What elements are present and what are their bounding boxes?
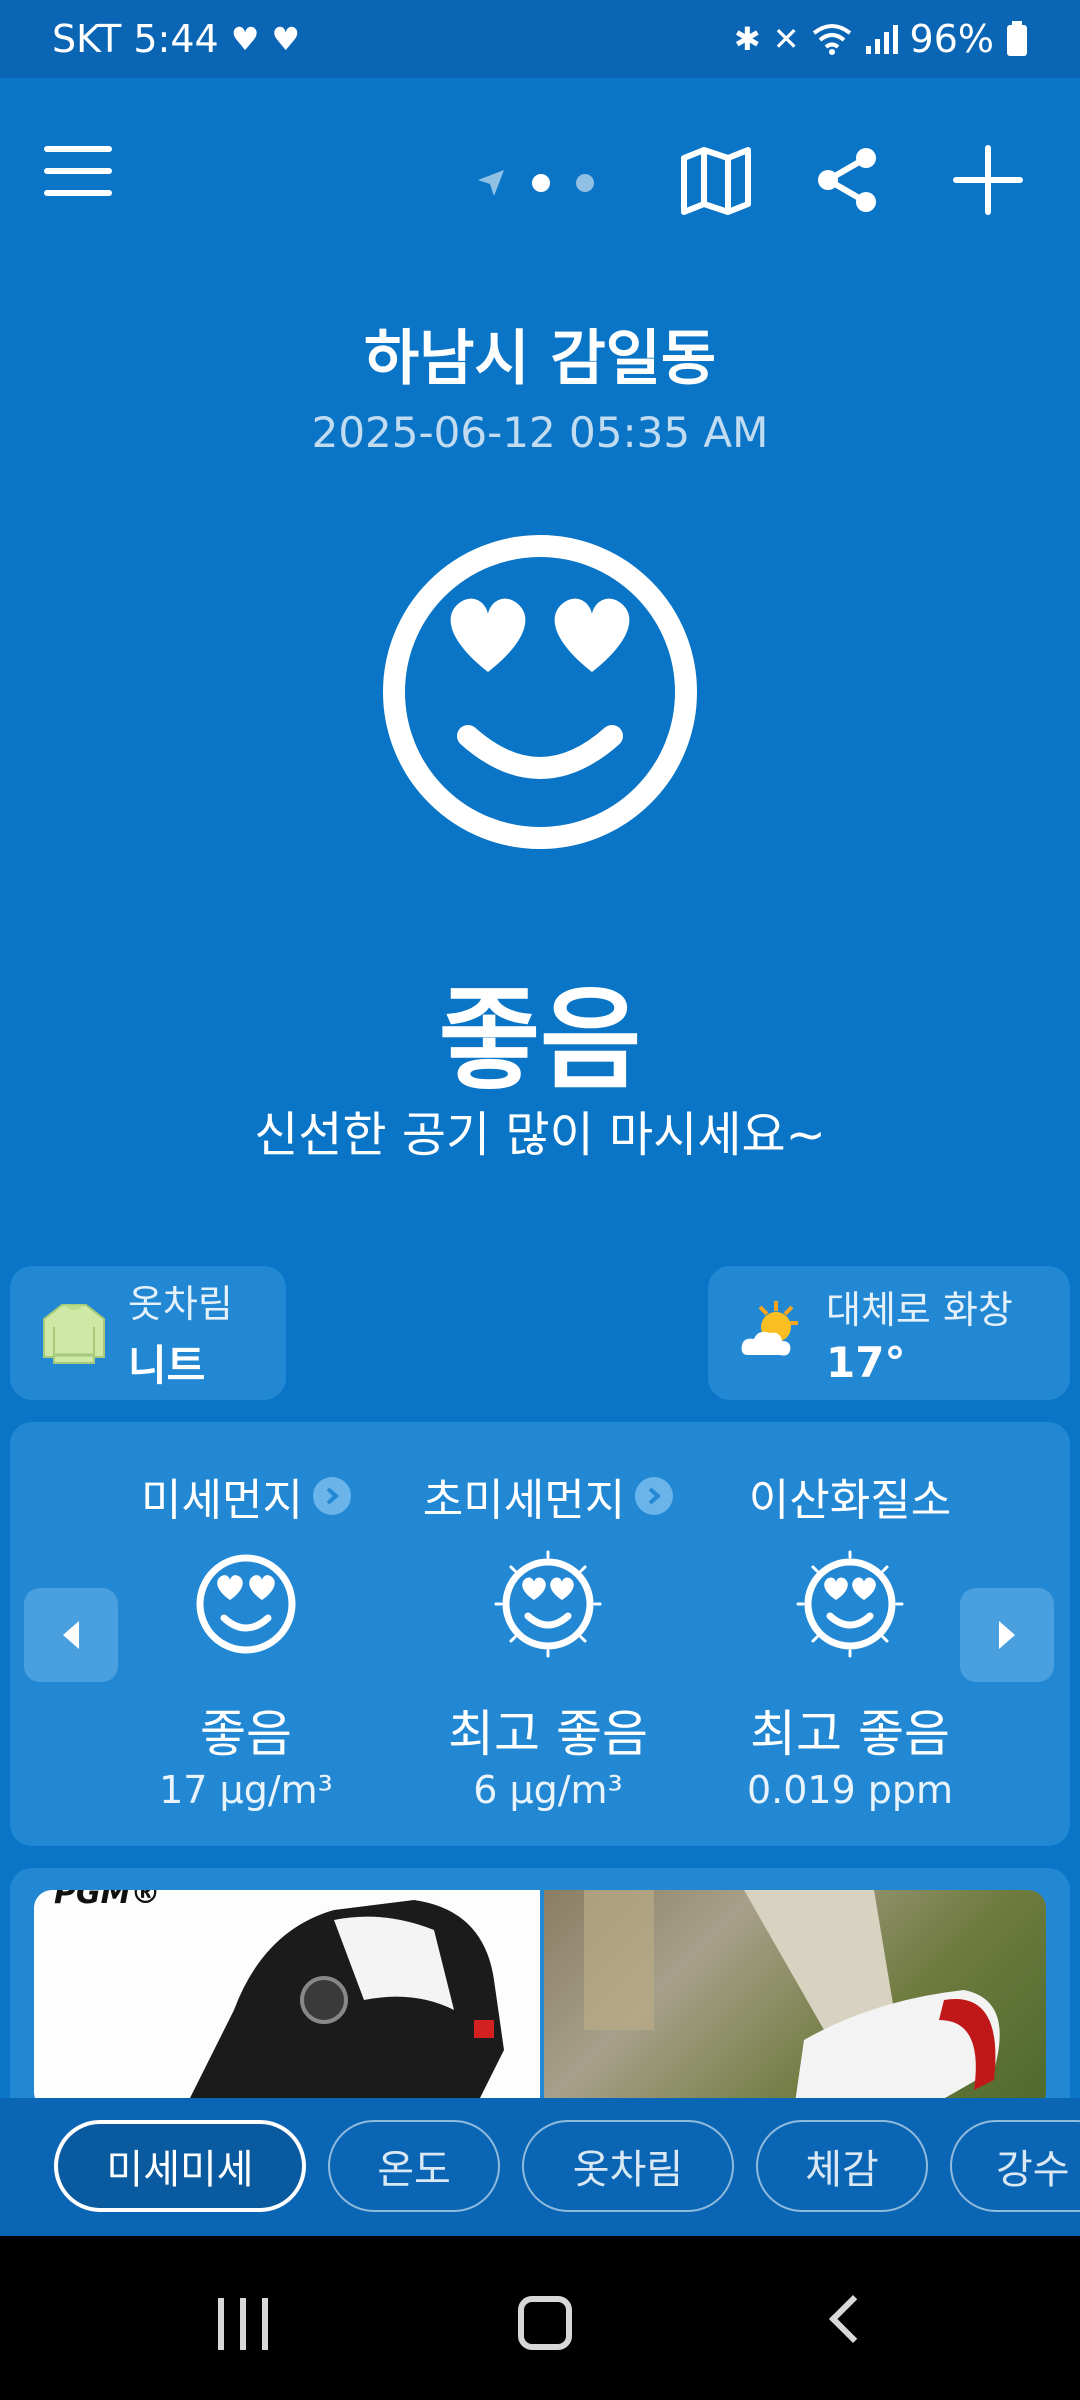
pollutant-pm10[interactable]: 미세먼지 좋음 17 μg/m³ xyxy=(96,1422,396,1846)
heart-eyes-face-icon xyxy=(383,535,697,849)
pollutant-no2[interactable]: 이산화질소 최고 좋음 0.019 ppm xyxy=(700,1422,1000,1846)
ad-image-shoe: PGM® xyxy=(34,1890,540,2098)
signal-icon xyxy=(865,25,898,54)
heart-eyes-sparkle-face-icon xyxy=(796,1550,904,1658)
pollutant-panel: 미세먼지 좋음 17 μg/m³ 초미세먼지 최고 좋음 6 μg/m³ 이산화… xyxy=(10,1422,1070,1846)
pollutant-pm25[interactable]: 초미세먼지 최고 좋음 6 μg/m³ xyxy=(398,1422,698,1846)
location-pager[interactable] xyxy=(476,168,594,198)
tab-clothing[interactable]: 옷차림 xyxy=(522,2120,734,2212)
pollutant-grade: 최고 좋음 xyxy=(448,1705,648,1763)
tab-precipitation[interactable]: 강수 xyxy=(950,2120,1080,2212)
pollutant-name: 이산화질소 xyxy=(700,1464,1000,1528)
status-right: ✱ ✕ 96% xyxy=(734,17,1028,61)
clothing-card[interactable]: 옷차림 니트 xyxy=(10,1266,286,1400)
location-title: 하남시 감일동 xyxy=(363,324,717,394)
clothing-text: 옷차림 니트 xyxy=(128,1273,233,1393)
carrier-time: SKT 5:44 xyxy=(52,17,219,61)
mute-icon: ✕ xyxy=(772,20,800,58)
battery-icon xyxy=(1007,21,1027,56)
page-dot xyxy=(532,174,550,192)
pollutant-name: 미세먼지 xyxy=(96,1464,396,1528)
chevron-right-info-icon[interactable] xyxy=(635,1477,674,1515)
clothing-value: 니트 xyxy=(128,1341,206,1390)
ad-container: PGM® xyxy=(10,1868,1070,2098)
bluetooth-icon: ✱ xyxy=(733,20,761,58)
wifi-icon xyxy=(812,24,851,55)
partly-sunny-icon xyxy=(741,1301,798,1356)
weather-label: 대체로 화창 xyxy=(826,1288,1013,1332)
add-location-icon[interactable] xyxy=(948,140,1028,220)
pollutant-name-text: 이산화질소 xyxy=(748,1475,952,1526)
weather-card[interactable]: 대체로 화창 17° xyxy=(708,1266,1070,1400)
overall-message: 신선한 공기 많이 마시세요~ xyxy=(254,1107,826,1163)
weather-value: 17° xyxy=(826,1338,906,1387)
menu-button[interactable] xyxy=(44,142,116,202)
overall-grade: 좋음 xyxy=(438,976,642,1104)
ad-image-golfer xyxy=(544,1890,1046,2098)
category-tab-bar: 미세미세 온도 옷차림 체감 강수 xyxy=(0,2098,1080,2236)
status-left: SKT 5:44 ♥ ♥ xyxy=(52,17,300,61)
pollutant-name-text: 초미세먼지 xyxy=(422,1475,626,1526)
pollutant-value: 0.019 ppm xyxy=(746,1768,954,1812)
pollutant-value: 6 μg/m³ xyxy=(473,1768,623,1812)
battery-percent: 96% xyxy=(909,17,994,61)
system-navigation-bar xyxy=(0,2236,1080,2400)
back-button[interactable] xyxy=(828,2294,878,2344)
heart-eyes-face-icon xyxy=(196,1554,296,1654)
health-heart-icon: ♥ xyxy=(230,20,260,58)
golfer-shoe-image xyxy=(584,1890,1000,2098)
recent-apps-button[interactable] xyxy=(218,2298,270,2350)
map-icon[interactable] xyxy=(676,140,756,220)
measurement-time: 2025-06-12 05:35 AM xyxy=(311,408,769,457)
home-button[interactable] xyxy=(518,2296,572,2350)
sweater-icon xyxy=(43,1304,105,1364)
tab-feels-like[interactable]: 체감 xyxy=(756,2120,928,2212)
ad-banner[interactable]: PGM® xyxy=(34,1890,1046,2098)
pollutant-grade: 최고 좋음 xyxy=(750,1705,950,1763)
chevron-right-info-icon[interactable] xyxy=(312,1477,351,1515)
pollutant-name: 초미세먼지 xyxy=(398,1464,698,1528)
current-location-icon xyxy=(478,170,504,196)
share-icon[interactable] xyxy=(808,140,888,220)
tab-misemise[interactable]: 미세미세 xyxy=(54,2120,306,2212)
chevron-right-icon xyxy=(999,1621,1015,1649)
golf-shoe-image xyxy=(190,1900,504,2098)
status-bar: SKT 5:44 ♥ ♥ ✱ ✕ 96% xyxy=(0,0,1080,78)
tab-temperature[interactable]: 온도 xyxy=(328,2120,500,2212)
page-dot xyxy=(576,174,594,192)
heart-eyes-sparkle-face-icon xyxy=(494,1550,602,1658)
scroll-right-button[interactable] xyxy=(960,1588,1054,1682)
clothing-label: 옷차림 xyxy=(128,1282,233,1326)
ad-brand-logo: PGM® xyxy=(54,1890,161,1911)
pollutant-name-text: 미세먼지 xyxy=(141,1475,303,1526)
pollutant-grade: 좋음 xyxy=(200,1705,292,1763)
chevron-left-icon xyxy=(63,1621,79,1649)
health-heart-icon: ♥ xyxy=(271,20,301,58)
pollutant-value: 17 μg/m³ xyxy=(159,1768,333,1812)
weather-text: 대체로 화창 17° xyxy=(826,1279,1013,1387)
top-action-bar xyxy=(0,110,1080,250)
